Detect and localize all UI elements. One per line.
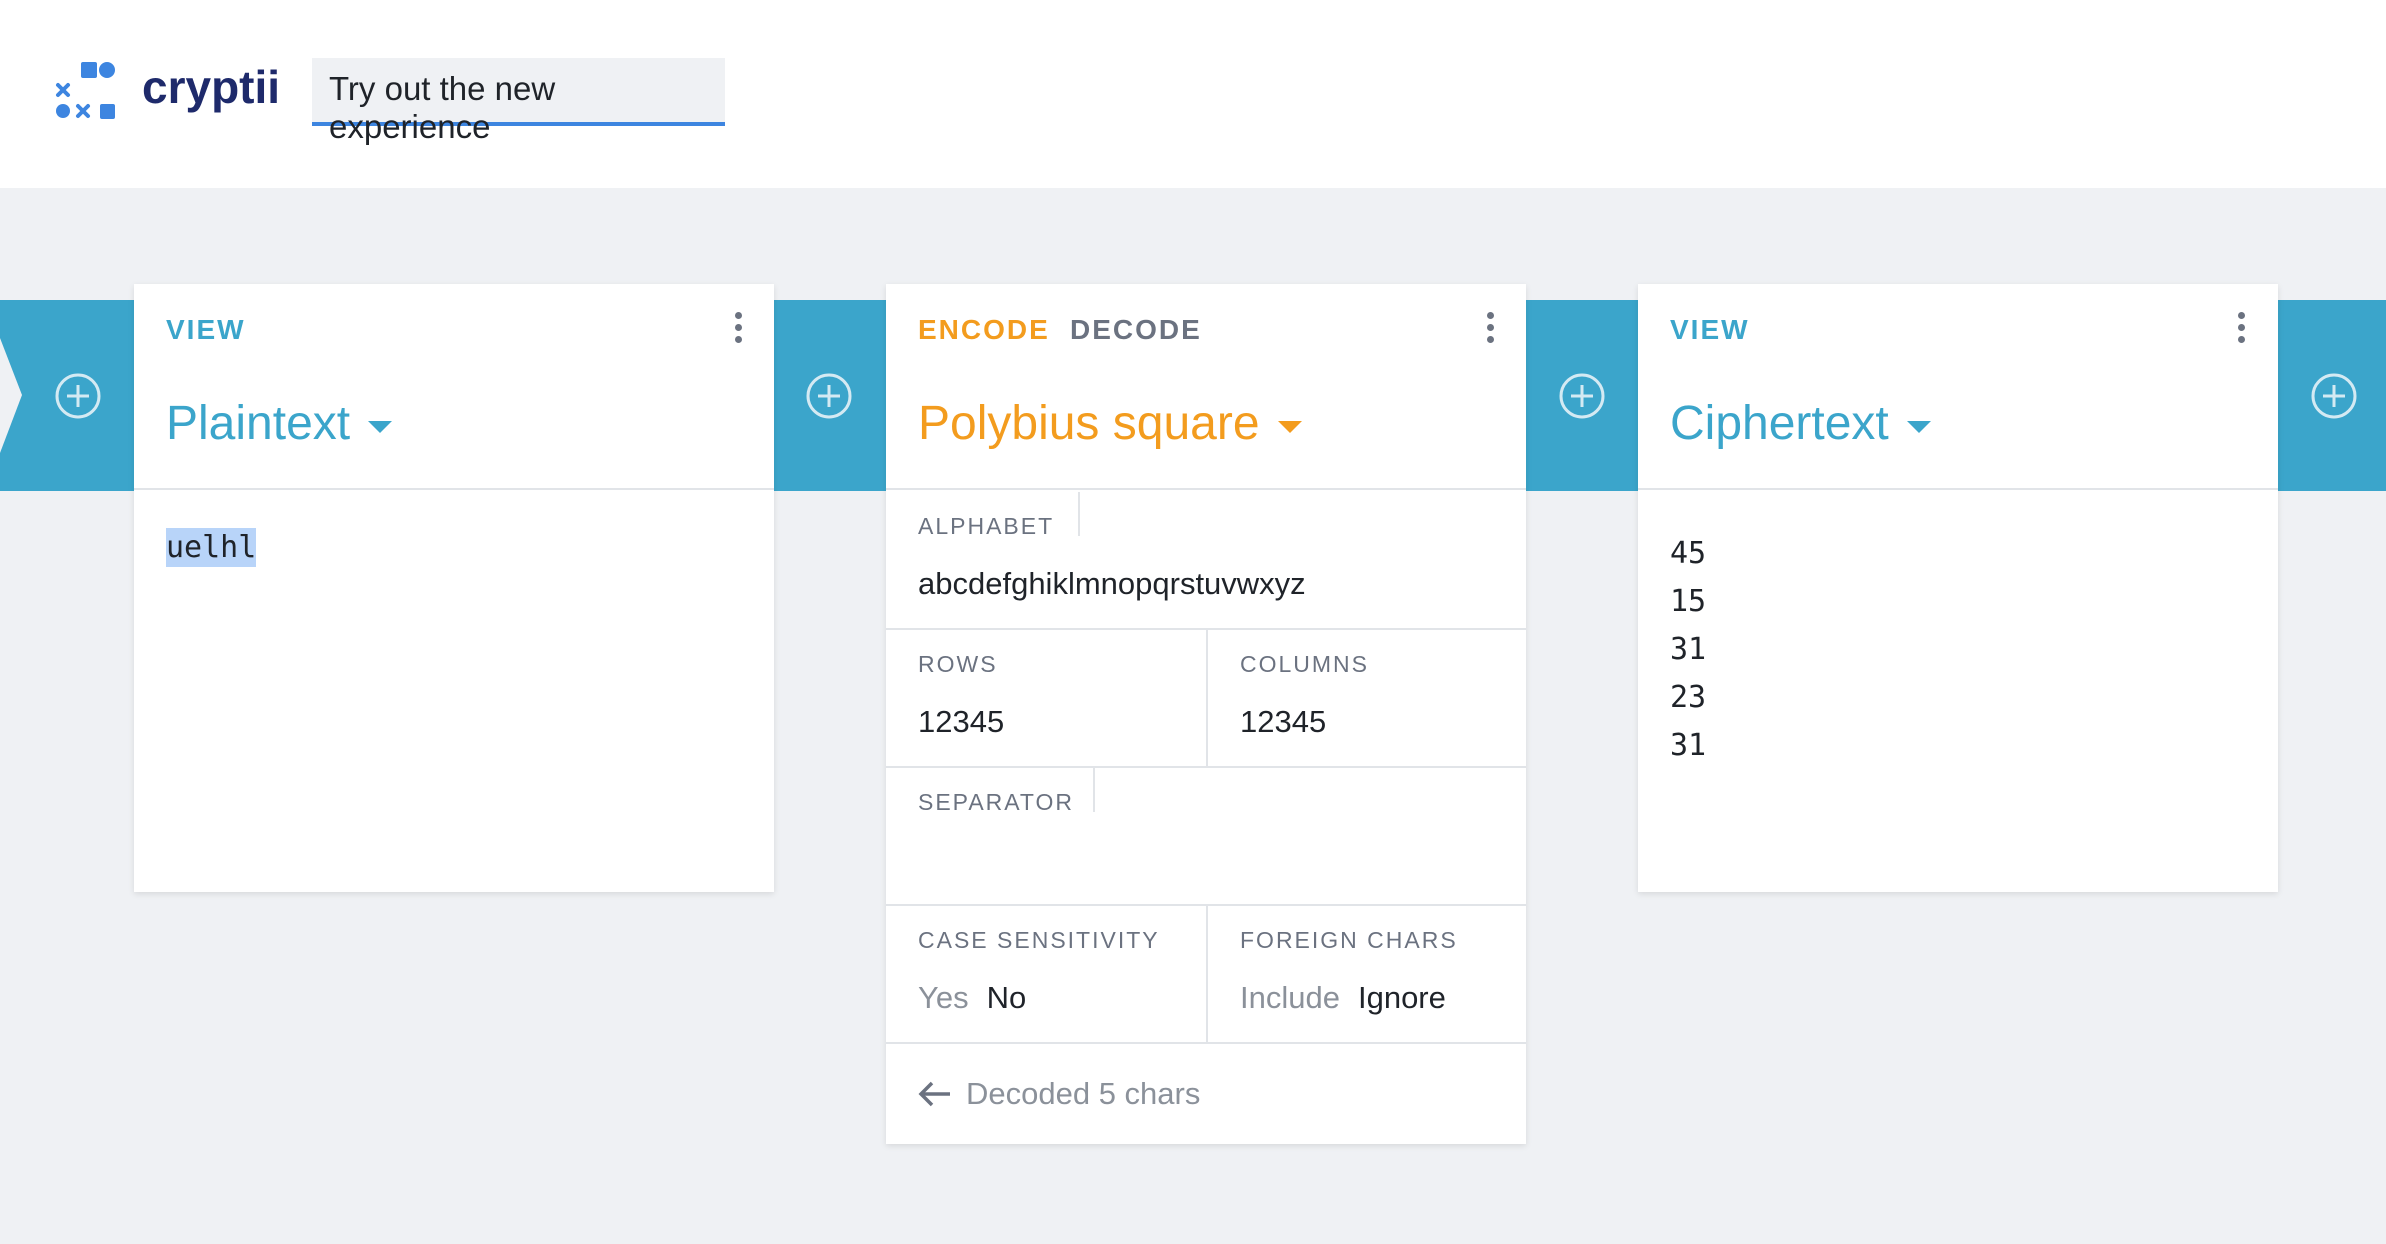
add-encoder-button-3[interactable]: [1558, 372, 1606, 420]
ciphertext-line: 31: [1670, 728, 1707, 763]
case-sensitivity-options: Yes No: [918, 980, 1026, 1016]
foreign-include-option[interactable]: Include: [1240, 980, 1340, 1015]
caret-down-icon: [1277, 420, 1302, 433]
ciphertext-title-dropdown[interactable]: Ciphertext: [1670, 396, 1931, 451]
ciphertext-title: Ciphertext: [1670, 397, 1889, 450]
foreign-chars-label: FOREIGN CHARS: [1240, 927, 1458, 953]
foreign-ignore-option[interactable]: Ignore: [1358, 980, 1446, 1015]
rows-value[interactable]: 12345: [918, 704, 1004, 740]
caret-down-icon: [1906, 420, 1931, 433]
plaintext-title: Plaintext: [166, 397, 351, 450]
ciphertext-card: [1638, 284, 2278, 892]
try-new-experience-button[interactable]: Try out the new experience: [312, 58, 725, 145]
app-header: cryptii Try out the new experience: [0, 0, 2386, 188]
plus-circle-icon: [806, 373, 852, 419]
plaintext-card: [134, 284, 774, 892]
options-divider: [1206, 906, 1208, 1044]
add-encoder-button-4[interactable]: [2310, 372, 2358, 420]
case-sensitivity-label: CASE SENSITIVITY: [918, 927, 1160, 953]
plus-circle-icon: [1559, 373, 1605, 419]
cryptii-logo-icon[interactable]: [54, 58, 144, 128]
separator-label: SEPARATOR: [918, 789, 1075, 815]
foreign-chars-options: Include Ignore: [1240, 980, 1446, 1016]
encoder-status: Decoded 5 chars: [918, 1076, 1200, 1112]
ciphertext-line: 23: [1670, 680, 1707, 715]
alphabet-label: ALPHABET: [918, 513, 1055, 539]
pipeline-start-arrow-icon: [0, 338, 22, 453]
case-yes-option[interactable]: Yes: [918, 980, 969, 1015]
encoder-menu-button[interactable]: [1485, 312, 1495, 352]
plaintext-input[interactable]: uelhl: [166, 528, 257, 567]
plus-circle-icon: [2311, 373, 2357, 419]
encoder-title: Polybius square: [918, 397, 1260, 450]
plaintext-title-dropdown[interactable]: Plaintext: [166, 396, 393, 451]
encoder-status-text: Decoded 5 chars: [966, 1076, 1201, 1111]
alphabet-label-divider: [1078, 492, 1080, 536]
ciphertext-output[interactable]: 45 15 31 23 31: [1670, 530, 1706, 770]
columns-value[interactable]: 12345: [1240, 704, 1326, 740]
ciphertext-line: 31: [1670, 632, 1707, 667]
caret-down-icon: [368, 420, 393, 433]
ciphertext-line: 45: [1670, 536, 1707, 571]
plaintext-view-label: VIEW: [166, 314, 246, 345]
more-vertical-icon: [1485, 312, 1495, 343]
add-encoder-button-2[interactable]: [805, 372, 853, 420]
rows-columns-divider: [1206, 630, 1208, 768]
brand-name[interactable]: cryptii: [142, 60, 280, 114]
case-no-option[interactable]: No: [987, 980, 1027, 1015]
plaintext-content: uelhl: [166, 528, 257, 567]
ciphertext-view-label: VIEW: [1670, 314, 1750, 345]
plus-circle-icon: [55, 373, 101, 419]
encode-tab[interactable]: ENCODE: [918, 314, 1050, 346]
add-encoder-button-1[interactable]: [54, 372, 102, 420]
alphabet-value[interactable]: abcdefghiklmnopqrstuvwxyz: [918, 566, 1306, 602]
ciphertext-line: 15: [1670, 584, 1707, 619]
more-vertical-icon: [733, 312, 743, 343]
more-vertical-icon: [2236, 312, 2246, 343]
separator-label-divider: [1093, 768, 1095, 812]
arrow-left-icon: [918, 1081, 950, 1107]
columns-label: COLUMNS: [1240, 651, 1370, 677]
plaintext-menu-button[interactable]: [733, 312, 743, 352]
rows-label: ROWS: [918, 651, 998, 677]
ciphertext-menu-button[interactable]: [2236, 312, 2246, 352]
encoder-title-dropdown[interactable]: Polybius square: [918, 396, 1302, 451]
decode-tab[interactable]: DECODE: [1070, 314, 1202, 346]
